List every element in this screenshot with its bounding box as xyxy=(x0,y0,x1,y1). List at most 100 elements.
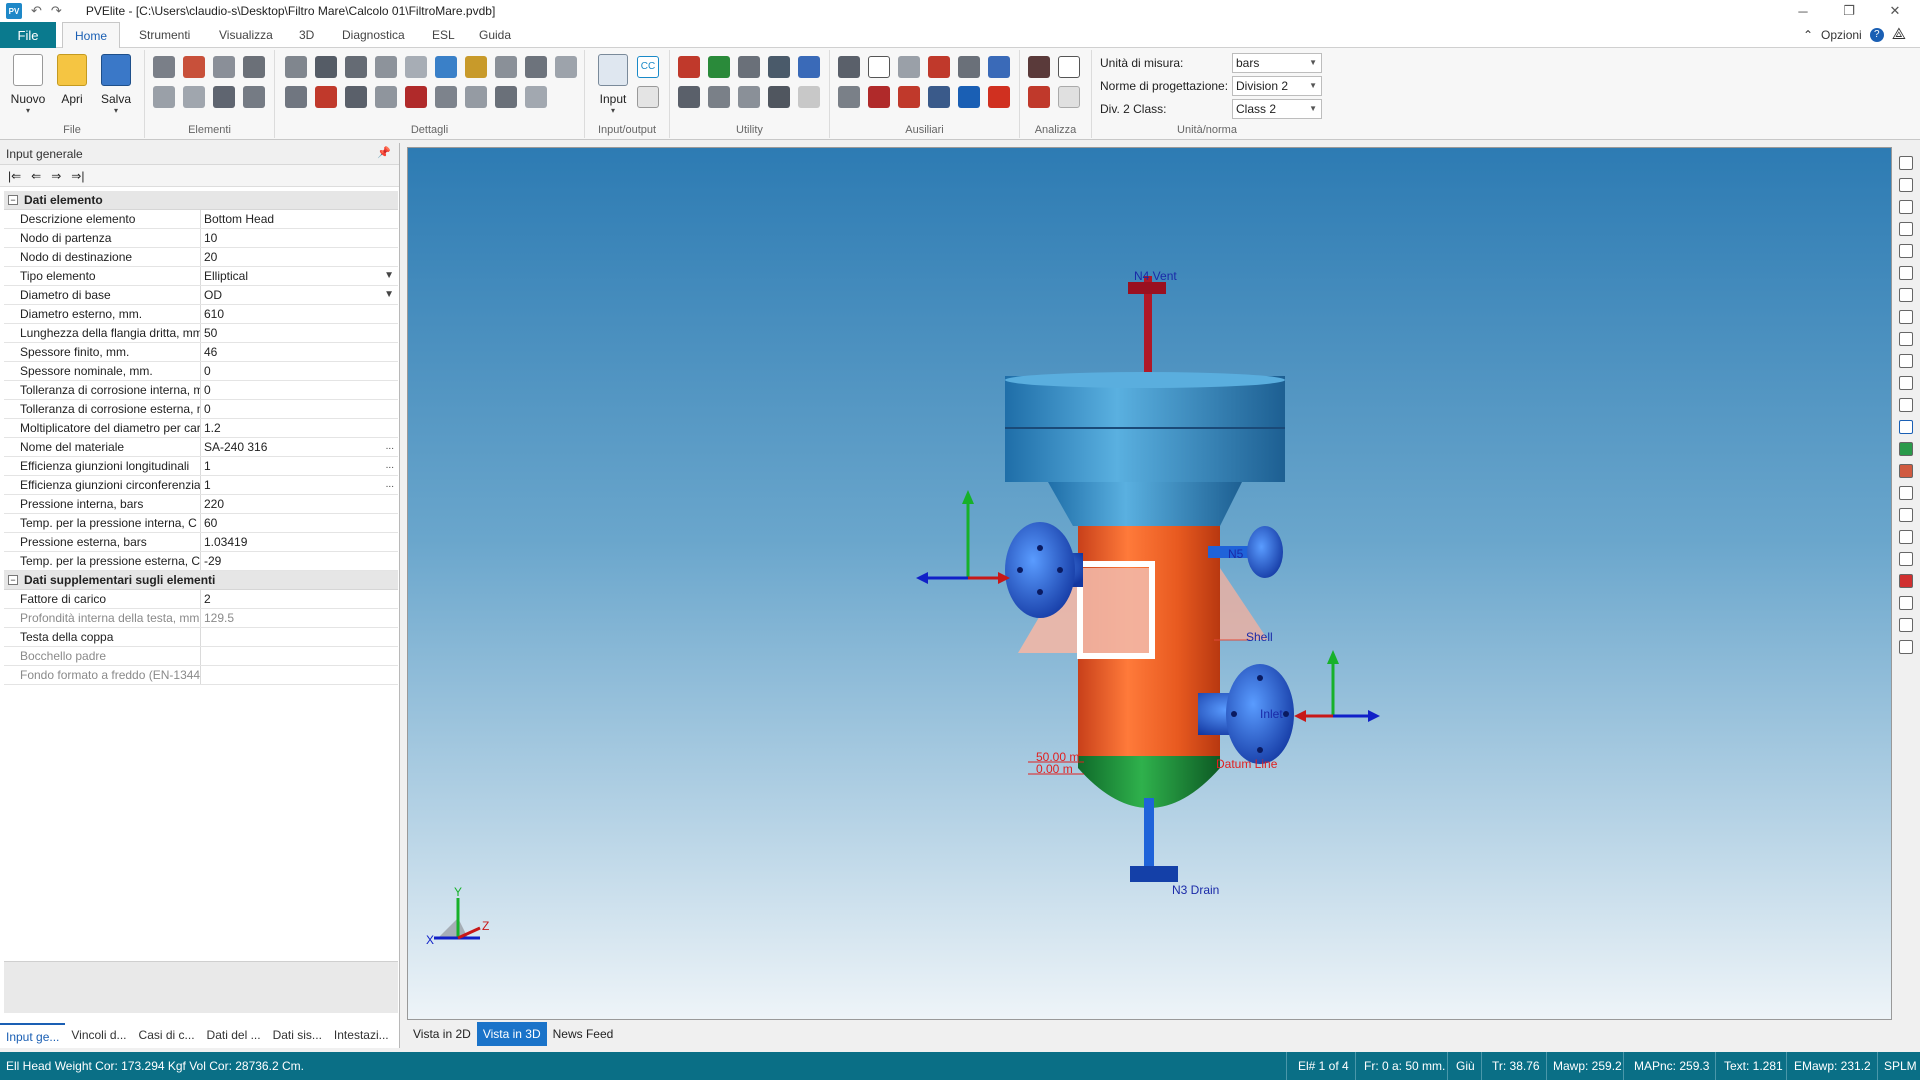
aux-hand-icon[interactable] xyxy=(898,56,920,78)
first-element-icon[interactable]: |⇐ xyxy=(8,169,21,183)
close-icon[interactable]: ✕ xyxy=(1872,0,1918,22)
aux-pdf-icon[interactable] xyxy=(988,86,1010,108)
redo-icon[interactable]: ↷ xyxy=(51,3,62,19)
detail-saddle-icon[interactable] xyxy=(375,56,397,78)
property-value[interactable]: 1.03419 xyxy=(201,533,398,551)
property-value[interactable]: 20 xyxy=(201,248,398,266)
property-value[interactable]: 0 xyxy=(201,381,398,399)
property-row[interactable]: Fondo formato a freddo (EN-13445) xyxy=(4,666,398,685)
property-row[interactable]: Fattore di carico 2 xyxy=(4,590,398,609)
ellipsis-icon[interactable]: ... xyxy=(386,457,394,475)
elliptical-head-icon[interactable] xyxy=(153,86,175,108)
tab-intestazione[interactable]: Intestazi... xyxy=(328,1023,395,1047)
property-row[interactable]: Lunghezza della flangia dritta, mm 50 xyxy=(4,324,398,343)
property-row[interactable]: Efficienza giunzioni circonferenziali 1..… xyxy=(4,476,398,495)
aux-chart-icon[interactable] xyxy=(868,86,890,108)
help-icon[interactable]: ? xyxy=(1869,28,1884,42)
iso-view-2-icon[interactable] xyxy=(1899,310,1913,324)
detail-packing-icon[interactable] xyxy=(435,56,457,78)
clip-icon[interactable] xyxy=(1899,574,1913,588)
options-menu[interactable]: Opzioni xyxy=(1821,28,1862,42)
tab-3d[interactable]: 3D xyxy=(287,22,326,48)
property-value[interactable]: 0 xyxy=(201,400,398,418)
section-element-data[interactable]: − Dati elemento xyxy=(4,191,398,210)
next-element-icon[interactable]: ⇒ xyxy=(51,169,61,183)
property-value[interactable]: 10 xyxy=(201,229,398,247)
view-top-icon[interactable] xyxy=(1899,200,1913,214)
section-additional-data[interactable]: − Dati supplementari sugli elementi xyxy=(4,571,398,590)
tab-news-feed[interactable]: News Feed xyxy=(547,1022,620,1046)
tab-input-generale[interactable]: Input ge... xyxy=(0,1023,66,1047)
property-row[interactable]: Diametro di base OD ▼ xyxy=(4,286,398,305)
chevron-down-icon[interactable]: ▼ xyxy=(384,267,394,285)
reset-icon[interactable] xyxy=(1899,640,1913,654)
save-button[interactable]: Salva ▾ xyxy=(96,54,136,120)
property-row[interactable]: Tolleranza di corrosione interna, mm 0 xyxy=(4,381,398,400)
detail-ring-icon[interactable] xyxy=(315,56,337,78)
tab-home[interactable]: Home xyxy=(62,22,121,49)
top-cone[interactable] xyxy=(1048,482,1242,526)
minimize-icon[interactable]: ─ xyxy=(1780,0,1826,22)
property-row[interactable]: Nodo di destinazione 20 xyxy=(4,248,398,267)
utility-circle-icon[interactable] xyxy=(768,86,790,108)
property-row[interactable]: Nome del materiale SA-240 316... xyxy=(4,438,398,457)
torispherical-head-icon[interactable] xyxy=(183,86,205,108)
skirt-icon[interactable] xyxy=(243,86,265,108)
tab-visualizza[interactable]: Visualizza xyxy=(207,22,285,48)
class-select[interactable]: Class 2 ▼ xyxy=(1232,99,1322,119)
drain-flange[interactable] xyxy=(1130,866,1178,882)
detail-halfpipe-icon[interactable] xyxy=(375,86,397,108)
tab-strumenti[interactable]: Strumenti xyxy=(127,22,202,48)
open-button[interactable]: Apri xyxy=(52,54,92,120)
tab-file[interactable]: File xyxy=(0,22,56,48)
tab-casi-di-carico[interactable]: Casi di c... xyxy=(133,1023,201,1047)
move-icon[interactable] xyxy=(1899,486,1913,500)
detail-platform-icon[interactable] xyxy=(525,56,547,78)
section-icon[interactable] xyxy=(1899,596,1913,610)
tab-dati-sismici[interactable]: Dati sis... xyxy=(267,1023,328,1047)
property-value[interactable]: Elliptical ▼ xyxy=(201,267,398,285)
property-row[interactable]: Descrizione elemento Bottom Head xyxy=(4,210,398,229)
utility-tools-icon[interactable] xyxy=(678,56,700,78)
n5-nozzle-flange[interactable] xyxy=(1247,526,1283,578)
zoom-icon[interactable] xyxy=(1899,376,1913,390)
welded-flat-icon[interactable] xyxy=(243,56,265,78)
utility-funnel-icon[interactable] xyxy=(708,56,730,78)
property-value[interactable]: 50 xyxy=(201,324,398,342)
3d-viewport[interactable]: N4 Vent N3 Drain N5 Inlet Shell 50.00 m … xyxy=(407,147,1892,1020)
view-front-icon[interactable] xyxy=(1899,156,1913,170)
property-row[interactable]: Tipo elemento Elliptical ▼ xyxy=(4,267,398,286)
property-row[interactable]: Nodo di partenza 10 xyxy=(4,229,398,248)
iso-view-4-icon[interactable] xyxy=(1899,354,1913,368)
detail-weight-icon[interactable] xyxy=(345,86,367,108)
analyze-run-icon[interactable] xyxy=(1028,56,1050,78)
iso-view-icon[interactable] xyxy=(1899,288,1913,302)
undo-icon[interactable]: ↶ xyxy=(31,3,42,19)
tab-vista-3d[interactable]: Vista in 3D xyxy=(476,1022,547,1046)
analyze-error-icon[interactable] xyxy=(1028,86,1050,108)
tab-diagnostica[interactable]: Diagnostica xyxy=(330,22,417,48)
detail-nozzle-icon[interactable] xyxy=(405,86,427,108)
aux-tower-icon[interactable] xyxy=(958,56,980,78)
detail-clip-icon[interactable] xyxy=(465,86,487,108)
utility-disabled-icon[interactable] xyxy=(798,86,820,108)
walk-icon[interactable] xyxy=(1899,464,1913,478)
property-value[interactable] xyxy=(201,666,398,684)
property-row[interactable]: Temp. per la pressione interna, C 60 xyxy=(4,514,398,533)
property-row[interactable]: Profondità interna della testa, mm 129.5 xyxy=(4,609,398,628)
vent-flange[interactable] xyxy=(1128,282,1166,294)
utility-stack-icon[interactable] xyxy=(678,86,700,108)
property-value[interactable]: 220 xyxy=(201,495,398,513)
aux-table-icon[interactable] xyxy=(958,86,980,108)
restore-icon[interactable]: ❐ xyxy=(1826,0,1872,22)
utility-zoom-icon[interactable] xyxy=(768,56,790,78)
property-row[interactable]: Moltiplicatore del diametro per carico 1.… xyxy=(4,419,398,438)
aux-access-icon[interactable] xyxy=(898,86,920,108)
detail-insulation-icon[interactable] xyxy=(465,56,487,78)
view-right-icon[interactable] xyxy=(1899,266,1913,280)
ellipsis-icon[interactable]: ... xyxy=(386,476,394,494)
pin-icon[interactable]: 📌 xyxy=(377,146,391,159)
cylinder-icon[interactable] xyxy=(153,56,175,78)
aux-report-icon[interactable] xyxy=(838,86,860,108)
property-row[interactable]: Temp. per la pressione esterna, C -29 xyxy=(4,552,398,571)
